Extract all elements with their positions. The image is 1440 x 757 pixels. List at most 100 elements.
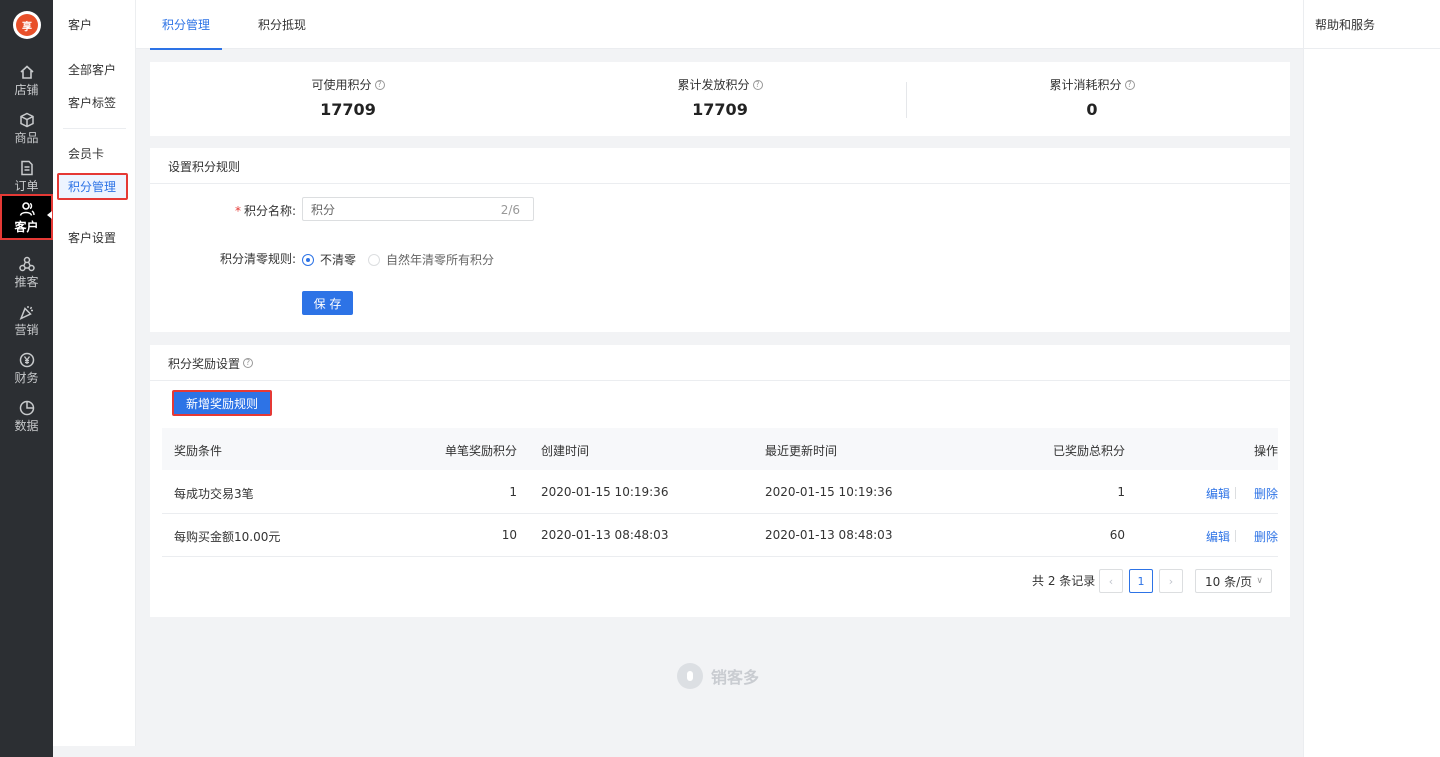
cell-condition: 每成功交易3笔 [174,487,254,501]
nav-label: 客户 [14,219,39,234]
nav-item-finance[interactable]: 财务 [0,346,53,390]
party-icon [19,304,35,320]
nav-label: 营销 [14,322,39,337]
radio-unchecked-icon [368,253,380,266]
cell-updated: 2020-01-15 10:19:36 [765,485,893,499]
help-title[interactable]: 帮助和服务 [1304,0,1440,49]
table-row: 每成功交易3笔 1 2020-01-15 10:19:36 2020-01-15… [162,471,1278,514]
submenu-item-customer-tags[interactable]: 客户标签 [68,94,116,111]
nav-item-customers[interactable]: 客户 [0,194,53,240]
logo-mark: 享 [16,14,38,36]
submenu-item-member-card[interactable]: 会员卡 [68,145,104,162]
link-divider [1235,487,1236,499]
page-size-value: 10 条/页 [1205,574,1253,589]
link-divider [1235,530,1236,542]
brand-logo-icon [677,663,703,689]
nav-label: 商品 [14,130,39,145]
cell-points: 1 [509,485,517,499]
active-caret-icon [47,211,52,219]
page-size-select[interactable]: 10 条/页 ∨ [1195,569,1272,593]
chevron-down-icon: ∨ [1256,576,1263,586]
help-question-icon[interactable]: ? [1124,79,1135,90]
points-name-label: * 积分名称: [234,204,296,218]
cell-total: 1 [1117,485,1125,499]
col-actions: 操作 [1253,444,1278,458]
stat-value: 0 [1086,100,1098,119]
top-tabs: 积分管理 积分抵现 [136,0,1303,50]
help-question-icon[interactable]: ? [752,79,763,90]
help-question-icon[interactable]: ? [243,358,254,368]
nav-item-marketing[interactable]: 营销 [0,298,53,342]
stat-value: 17709 [692,100,748,119]
cell-updated: 2020-01-13 08:48:03 [765,528,893,542]
nav-label: 数据 [14,418,39,433]
submenu-divider [63,128,126,129]
pager-next-button[interactable]: › [1159,569,1183,593]
home-icon [19,64,35,80]
nav-label: 店铺 [14,82,39,97]
chevron-right-icon: › [1168,574,1174,588]
rewards-table-header: 奖励条件 单笔奖励积分 创建时间 最近更新时间 已奖励总积分 操作 [162,428,1278,470]
brand-name: 销客多 [711,668,760,687]
chevron-left-icon: ‹ [1108,574,1114,588]
nav-item-orders[interactable]: 订单 [0,154,53,198]
footer-brand: 销客多 [677,663,759,689]
points-rewards-card: 积分奖励设置? 新增奖励规则 奖励条件 单笔奖励积分 创建时间 最近更新时间 已… [150,345,1290,617]
col-points: 单笔奖励积分 [444,444,517,458]
pager-total: 共 2 条记录 [1032,574,1096,588]
radio-yearly-clear[interactable]: 自然年清零所有积分 [368,251,494,268]
app-logo[interactable]: 享 [13,11,41,39]
radio-no-clear[interactable]: 不清零 [302,251,356,268]
yen-icon [19,352,35,368]
col-condition: 奖励条件 [174,444,223,458]
pager-prev-button[interactable]: ‹ [1099,569,1123,593]
cell-created: 2020-01-15 10:19:36 [541,485,669,499]
stat-label: 累计发放积分 [677,78,750,92]
submenu-title: 客户 [68,18,93,32]
rules-title: 设置积分规则 [168,159,241,174]
add-reward-rule-button[interactable]: 新增奖励规则 [172,390,272,416]
points-stats-card: 可使用积分? 17709 累计发放积分? 17709 累计消耗积分? 0 [150,62,1290,136]
points-rules-card: 设置积分规则 * 积分名称: 积分 2/6 积分清零规则: 不清零 自然年清零所有… [150,148,1290,332]
points-name-value: 积分 [311,202,336,217]
help-panel: 帮助和服务 [1303,0,1440,757]
cell-condition: 每购买金额10.00元 [174,530,281,544]
pager-page-1[interactable]: 1 [1129,569,1153,593]
submenu-item-customer-settings[interactable]: 客户设置 [68,229,116,246]
table-row: 每购买金额10.00元 10 2020-01-13 08:48:03 2020-… [162,514,1278,557]
save-button[interactable]: 保 存 [302,291,353,315]
customer-submenu: 客户 全部客户 客户标签 会员卡 积分管理 客户设置 [53,0,136,746]
cell-points: 10 [501,528,517,542]
stat-value: 17709 [320,100,376,119]
card-divider [150,380,1290,381]
col-total: 已奖励总积分 [1052,444,1125,458]
main-nav: 享 店铺 商品 订单 客户 推客 营销 财务 数据 [0,0,53,757]
stat-label: 累计消耗积分 [1049,78,1122,92]
stat-label: 可使用积分 [311,78,372,92]
cell-total: 60 [1109,528,1125,542]
box-icon [19,112,35,128]
edit-link[interactable]: 编辑 [1206,528,1230,545]
rewards-title: 积分奖励设置? [168,345,254,381]
delete-link[interactable]: 删除 [1254,485,1278,502]
user-icon [19,201,35,217]
nav-item-promoters[interactable]: 推客 [0,250,53,294]
points-name-input[interactable]: 积分 2/6 [302,197,534,221]
submenu-item-all-customers[interactable]: 全部客户 [68,61,116,78]
nav-item-products[interactable]: 商品 [0,106,53,150]
nav-label: 财务 [14,370,39,385]
cell-created: 2020-01-13 08:48:03 [541,528,669,542]
char-count: 2/6 [500,203,520,217]
clear-rule-label: 积分清零规则: [219,252,296,266]
nav-item-store[interactable]: 店铺 [0,58,53,102]
edit-link[interactable]: 编辑 [1206,485,1230,502]
card-divider [150,183,1290,184]
required-icon: * [234,204,241,218]
tab-points-management[interactable]: 积分管理 [149,0,223,50]
delete-link[interactable]: 删除 [1254,528,1278,545]
share-icon [18,256,35,272]
tab-points-redemption[interactable]: 积分抵现 [258,0,306,49]
nav-item-data[interactable]: 数据 [0,394,53,438]
submenu-item-points-management[interactable]: 积分管理 [57,173,128,200]
help-question-icon[interactable]: ? [374,79,385,90]
